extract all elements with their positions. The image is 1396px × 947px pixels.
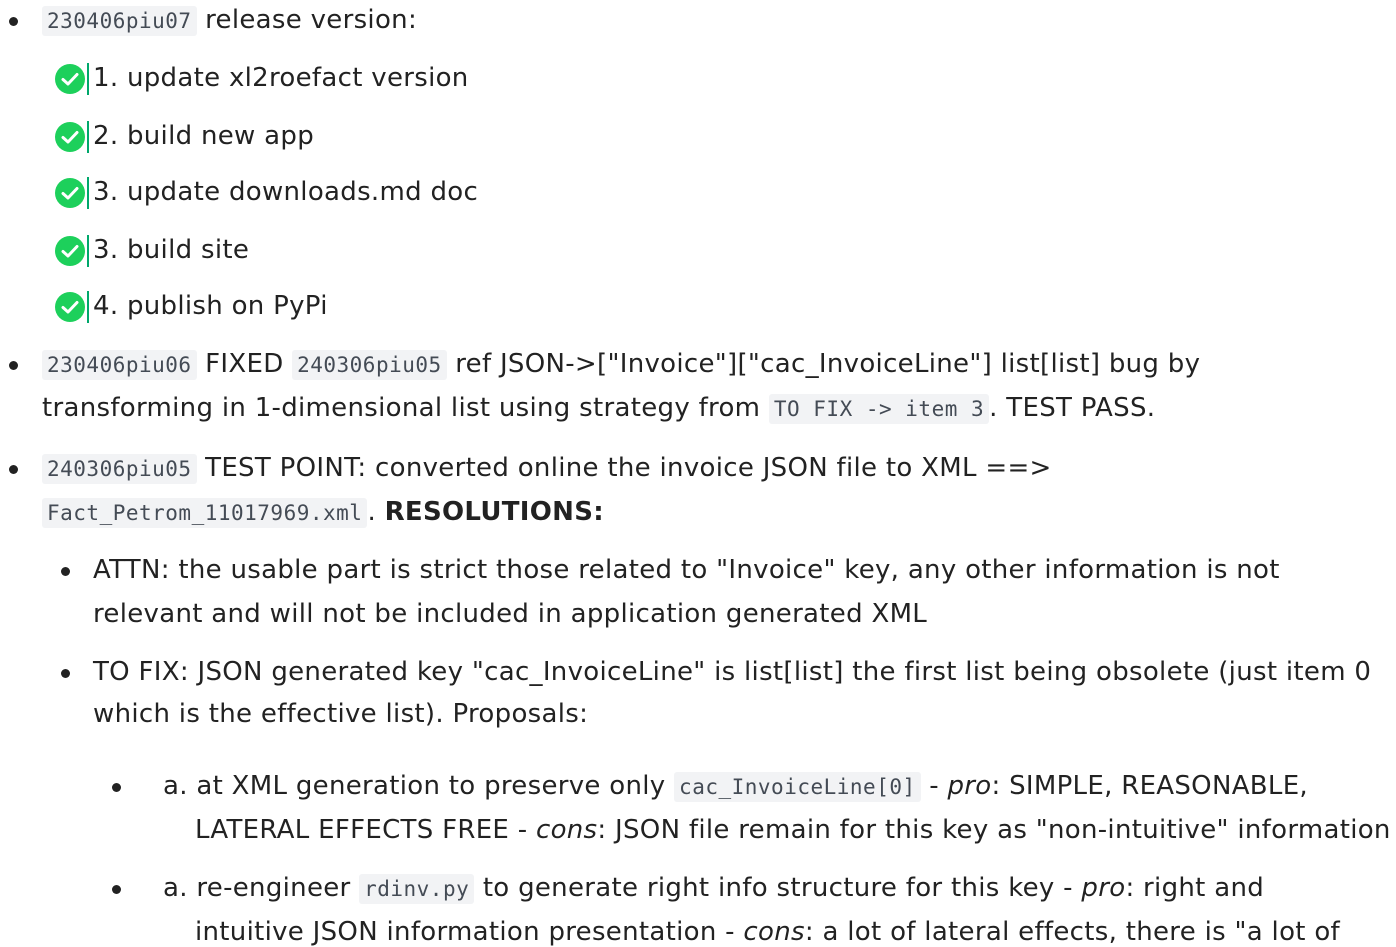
task-item: 1. update xl2roefact version	[93, 63, 469, 93]
list-item-release: 230406piu07 release version:	[42, 5, 418, 36]
item-text: LATERAL EFFECTS FREE -	[195, 815, 536, 845]
sub-item-attn: ATTN: the usable part is strict those re…	[93, 555, 1280, 585]
inline-code: cac_InvoiceLine[0]	[674, 772, 921, 802]
task-item: 3. build site	[93, 235, 250, 265]
item-text: .	[367, 497, 385, 527]
inline-code: 230406piu06	[42, 350, 197, 380]
item-text: -	[920, 771, 948, 801]
sub-item-attn-cont: relevant and will not be included in app…	[93, 599, 928, 629]
check-circle-icon	[55, 236, 85, 266]
list-bullet	[61, 567, 70, 576]
check-circle-icon	[55, 178, 85, 208]
inline-code: Fact_Petrom_11017969.xml	[42, 498, 368, 528]
proposal-a: a. at XML generation to preserve only ca…	[163, 771, 1309, 802]
item-text: . TEST PASS.	[989, 393, 1156, 423]
list-item-test-point: 240306piu05 TEST POINT: converted online…	[42, 453, 1052, 484]
sub-item-fix: TO FIX: JSON generated key "cac_InvoiceL…	[93, 657, 1372, 687]
item-text: : a lot of lateral effects, there is "a …	[804, 917, 1341, 947]
check-circle-icon	[55, 292, 85, 322]
resolutions-heading: RESOLUTIONS:	[384, 497, 604, 527]
task-item: 4. publish on PyPi	[93, 291, 328, 321]
list-bullet	[112, 885, 121, 894]
cursor-bar	[87, 63, 89, 95]
cons-label: cons	[535, 815, 598, 845]
task-item: 3. update downloads.md doc	[93, 177, 479, 207]
item-text: intuitive JSON information presentation …	[195, 917, 744, 947]
pro-label: pro	[947, 771, 992, 801]
inline-code: rdinv.py	[359, 874, 475, 904]
item-text: TEST POINT: converted online the invoice…	[196, 453, 1052, 483]
inline-code: 240306piu05	[42, 454, 197, 484]
cursor-bar	[87, 177, 89, 209]
item-text: to generate right info structure for thi…	[474, 873, 1082, 903]
item-text: : right and	[1125, 873, 1265, 903]
list-item-fixed-cont: transforming in 1-dimensional list using…	[42, 393, 1156, 424]
pro-label: pro	[1081, 873, 1126, 903]
list-item-test-point-cont: Fact_Petrom_11017969.xml. RESOLUTIONS:	[42, 497, 604, 528]
task-item: 2. build new app	[93, 121, 315, 151]
proposal-a-cont: LATERAL EFFECTS FREE - cons: JSON file r…	[195, 815, 1391, 845]
cursor-bar	[87, 235, 89, 267]
list-item-fixed: 230406piu06 FIXED 240306piu05 ref JSON->…	[42, 349, 1201, 380]
item-text: FIXED	[196, 349, 293, 379]
inline-code: TO FIX -> item 3	[768, 394, 990, 424]
check-circle-icon	[55, 64, 85, 94]
sub-item-fix-cont: which is the effective list). Proposals:	[93, 699, 589, 729]
cursor-bar	[87, 121, 89, 153]
inline-code: 230406piu07	[42, 6, 197, 36]
list-bullet	[9, 361, 18, 370]
check-circle-icon	[55, 122, 85, 152]
list-bullet	[9, 465, 18, 474]
item-text: : SIMPLE, REASONABLE,	[991, 771, 1309, 801]
cons-label: cons	[743, 917, 805, 947]
item-text: : JSON file remain for this key as "non-…	[597, 815, 1391, 845]
list-bullet	[9, 17, 18, 26]
item-text: ref JSON->["Invoice"]["cac_InvoiceLine"]…	[446, 349, 1201, 379]
list-bullet	[112, 783, 121, 792]
proposal-b: a. re-engineer rdinv.py to generate righ…	[163, 873, 1265, 904]
item-text: release version:	[196, 5, 418, 35]
item-text: a. re-engineer	[163, 873, 360, 903]
list-bullet	[61, 669, 70, 678]
document-page: 230406piu07 release version: 1. update x…	[0, 0, 1396, 947]
item-text: transforming in 1-dimensional list using…	[42, 393, 769, 423]
inline-code: 240306piu05	[292, 350, 447, 380]
item-text: a. at XML generation to preserve only	[163, 771, 675, 801]
cursor-bar	[87, 291, 89, 323]
proposal-b-cont: intuitive JSON information presentation …	[195, 917, 1340, 947]
